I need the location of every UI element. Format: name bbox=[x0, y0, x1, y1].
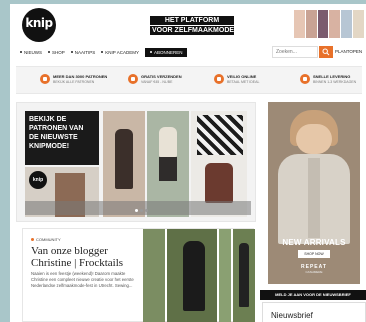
bullet-icon bbox=[48, 51, 50, 53]
ad-headline: NEW ARRIVALS bbox=[282, 238, 346, 247]
usp-bar: MEER DAN 3000 PATRONEN BEKIJK ALLE PATRON… bbox=[16, 66, 362, 94]
nav-right-link[interactable]: PLANTOPEN bbox=[335, 49, 362, 54]
hero-headline: BEKIJK DE PATRONEN VAN DE NIEUWSTE KNIPM… bbox=[25, 111, 99, 165]
carousel-dot[interactable] bbox=[145, 209, 148, 212]
search-button[interactable] bbox=[319, 46, 333, 58]
newsletter-box: Nieuwsbrief bbox=[262, 302, 366, 322]
blog-photo-4 bbox=[233, 229, 255, 322]
subscribe-button[interactable]: ABONNEREN bbox=[144, 47, 188, 57]
logo-text: knip bbox=[25, 16, 53, 30]
nav-label: SHOP bbox=[52, 49, 65, 55]
nav-label: NAAITIPS bbox=[74, 49, 96, 55]
patterns-icon bbox=[40, 74, 50, 84]
bullet-icon bbox=[20, 51, 22, 53]
nav-item-knip-academy[interactable]: KNIP ACADEMY bbox=[101, 50, 139, 55]
blog-category: COMMUNITY bbox=[31, 237, 61, 242]
usp-title: GRATIS VERZENDEN bbox=[141, 74, 182, 79]
usp-title: SNELLE LEVERING bbox=[313, 74, 351, 79]
carousel-dot[interactable] bbox=[135, 209, 138, 212]
ad-brand-sub: CASHMERE bbox=[305, 270, 323, 274]
usp-item-patterns[interactable]: MEER DAN 3000 PATRONEN BEKIJK ALLE PATRON… bbox=[40, 74, 107, 84]
blog-photo-2 bbox=[167, 229, 217, 322]
bullet-icon bbox=[101, 51, 104, 53]
nav-label: NIEUWS bbox=[24, 49, 42, 55]
tagline-line1: HET PLATFORM bbox=[150, 16, 234, 25]
blog-photo-3 bbox=[219, 229, 231, 322]
usp-title: VEILIG ONLINE bbox=[227, 74, 257, 79]
subscribe-label: ABONNEREN bbox=[153, 49, 183, 55]
nav-item-nieuws[interactable]: NIEUWS bbox=[20, 50, 42, 55]
bullet-icon bbox=[149, 51, 152, 53]
page: knip HET PLATFORM VOOR ZELFMAAKMODE NIEU… bbox=[10, 4, 366, 322]
hero-caption-bar bbox=[25, 201, 251, 215]
usp-item-secure[interactable]: VEILIG ONLINE BETAAL MET IDEAL bbox=[214, 74, 259, 84]
search-icon bbox=[322, 48, 330, 56]
shipping-icon bbox=[128, 74, 138, 84]
shop-now-button[interactable]: SHOP NOW bbox=[298, 250, 330, 258]
bullet-icon bbox=[70, 51, 73, 53]
usp-sub: BETAAL MET IDEAL bbox=[227, 80, 260, 84]
delivery-icon bbox=[300, 74, 310, 84]
usp-sub: BINNEN 1-3 WERKDAGEN bbox=[313, 80, 357, 84]
hero-carousel[interactable]: BEKIJK DE PATRONEN VAN DE NIEUWSTE KNIPM… bbox=[16, 102, 256, 222]
usp-item-shipping[interactable]: GRATIS VERZENDEN VANAF €45 - NL/BE bbox=[128, 74, 182, 84]
main-nav: NIEUWS SHOP NAAITIPS KNIP ACADEMY ABONNE… bbox=[20, 46, 188, 58]
secure-icon bbox=[214, 74, 224, 84]
nav-item-naaitips[interactable]: NAAITIPS bbox=[70, 49, 96, 55]
knip-logo[interactable]: knip bbox=[22, 8, 56, 42]
search-input[interactable] bbox=[272, 46, 318, 58]
nav-label: KNIP ACADEMY bbox=[105, 49, 139, 55]
usp-title: MEER DAN 3000 PATRONEN bbox=[53, 74, 108, 79]
usp-sub: VANAF €45 - NL/BE bbox=[141, 80, 173, 84]
blog-card[interactable]: COMMUNITY Van onze blogger Christine | F… bbox=[22, 228, 255, 322]
carousel-dots[interactable] bbox=[135, 209, 148, 212]
sidebar-ad[interactable]: NEW ARRIVALS SHOP NOW REPEAT CASHMERE bbox=[268, 102, 360, 284]
magazine-covers[interactable] bbox=[294, 10, 364, 38]
category-label: COMMUNITY bbox=[36, 237, 61, 242]
newsletter-signup-bar[interactable]: MELD JE AAN VOOR DE NIEUWSBRIEF bbox=[260, 290, 366, 300]
blog-excerpt: Naaien is een feestje (weekend)! Daarom … bbox=[31, 271, 134, 288]
tagline-line2: VOOR ZELFMAAKMODE bbox=[150, 26, 235, 35]
usp-item-delivery[interactable]: SNELLE LEVERING BINNEN 1-3 WERKDAGEN bbox=[300, 74, 356, 84]
category-dot-icon bbox=[31, 238, 34, 241]
newsletter-title: Nieuwsbrief bbox=[271, 311, 313, 320]
magazine-logo: knip bbox=[29, 171, 47, 189]
blog-photo-1 bbox=[143, 229, 165, 322]
blog-title[interactable]: Van onze blogger Christine | Frocktails bbox=[31, 245, 143, 269]
tagline: HET PLATFORM VOOR ZELFMAAKMODE bbox=[150, 16, 234, 36]
usp-sub: BEKIJK ALLE PATRONEN bbox=[53, 80, 95, 84]
nav-item-shop[interactable]: SHOP bbox=[48, 50, 65, 55]
carousel-dot[interactable] bbox=[140, 209, 143, 212]
